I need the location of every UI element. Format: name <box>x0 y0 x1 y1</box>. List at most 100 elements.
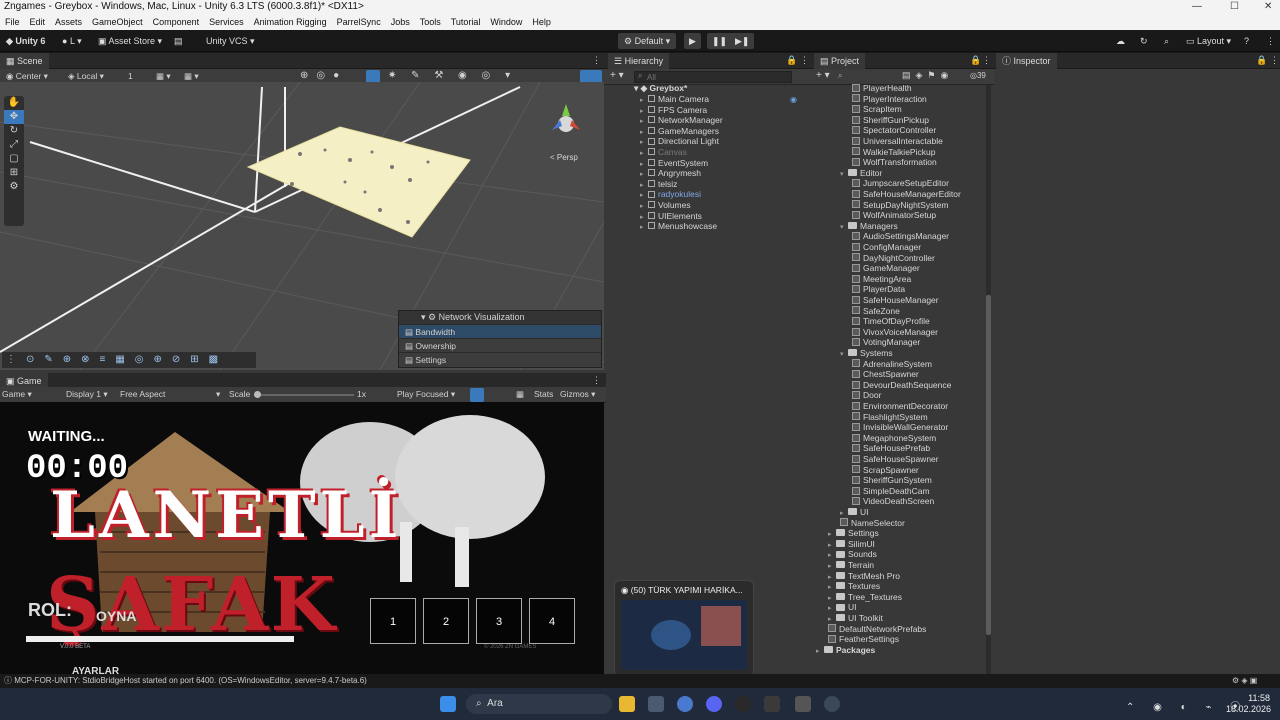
mute-audio-icon[interactable] <box>470 388 484 402</box>
project-folder-row[interactable]: ▸ Textures <box>828 581 880 592</box>
project-scrollbar[interactable] <box>986 85 991 685</box>
project-folder-row[interactable]: ▾ Systems <box>840 348 893 359</box>
project-asset-row[interactable]: ChestSpawner <box>852 369 919 380</box>
step-button[interactable]: ▶❚ <box>730 33 755 49</box>
persp-label[interactable]: < Persp <box>550 153 578 162</box>
project-folder-row[interactable]: ▸ SilimUI <box>828 539 875 550</box>
project-asset-row[interactable]: VideoDeathScreen <box>852 496 934 507</box>
project-asset-row[interactable]: MegaphoneSystem <box>852 433 936 444</box>
hierarchy-row[interactable]: ▸ NetworkManager <box>640 115 723 126</box>
status-message[interactable]: MCP-FOR-UNITY: StdioBridgeHost started o… <box>14 676 367 685</box>
hierarchy-menu-icon[interactable]: ⋮ <box>800 55 809 66</box>
tab-scene[interactable]: ▦ Scene <box>0 53 49 69</box>
menu-item-component[interactable]: Component <box>148 14 205 30</box>
custom-tool-icon[interactable]: ⚙ <box>4 180 24 194</box>
project-asset-row[interactable]: FeatherSettings <box>828 634 899 645</box>
menu-item-edit[interactable]: Edit <box>25 14 51 30</box>
overlay-item-settings[interactable]: ▤ Settings <box>399 352 601 366</box>
inventory-slot[interactable]: 2 <box>423 598 469 644</box>
inspector-menu-icon[interactable]: ⋮ <box>1270 55 1279 66</box>
project-folder-row[interactable]: ▾ Managers <box>840 221 898 232</box>
hierarchy-row[interactable]: ▸ Directional Light <box>640 136 719 147</box>
project-asset-row[interactable]: AudioSettingsManager <box>852 231 949 242</box>
project-asset-row[interactable]: WolfTransformation <box>852 157 937 168</box>
project-asset-row[interactable]: SafeHouseSpawner <box>852 454 939 465</box>
scale-slider[interactable] <box>254 391 354 398</box>
project-folder-row[interactable]: ▸ UI <box>828 602 857 613</box>
project-asset-row[interactable]: SpectatorController <box>852 125 936 136</box>
settings-game-button[interactable]: AYARLAR <box>72 666 119 674</box>
pause-button[interactable]: ❚❚ <box>707 33 733 49</box>
menu-item-tutorial[interactable]: Tutorial <box>446 14 486 30</box>
unity-menu-button[interactable]: ◆ Unity 6 <box>6 34 45 48</box>
hierarchy-row[interactable]: ▸ GameManagers <box>640 126 719 137</box>
display-dropdown[interactable]: Display 1 ▾ <box>66 389 108 400</box>
hierarchy-row[interactable]: ▸ Volumes <box>640 200 691 211</box>
cloud-icon[interactable]: ▤ <box>174 34 183 48</box>
stats-button[interactable]: Stats <box>534 389 553 399</box>
transform-tool-icon[interactable]: ⊞ <box>4 166 24 180</box>
gizmos-dropdown[interactable]: Gizmos ▾ <box>560 389 595 400</box>
project-asset-row[interactable]: DevourDeathSequence <box>852 380 951 391</box>
play-focus-dropdown[interactable]: Play Focused ▾ <box>397 389 455 400</box>
status-icons[interactable]: ⚙ ◈ ▣ <box>1232 674 1257 688</box>
inventory-slot[interactable]: 3 <box>476 598 522 644</box>
project-asset-row[interactable]: SafeZone <box>852 306 900 317</box>
project-asset-row[interactable]: VivoxVoiceManager <box>852 327 938 338</box>
scene-menu-icon[interactable]: ⋮ <box>592 55 601 66</box>
hierarchy-row[interactable]: ▸ Menushowcase <box>640 221 717 232</box>
aspect-dropdown[interactable]: Free Aspect <box>120 389 165 399</box>
minimize-icon[interactable]: — <box>1192 0 1202 14</box>
aspect-chevron-icon[interactable]: ▾ <box>216 389 220 400</box>
hierarchy-row[interactable]: ▸ EventSystem <box>640 158 708 169</box>
project-folder-row[interactable]: ▸ Terrain <box>828 560 874 571</box>
space-dropdown[interactable]: ◈ Local ▾ <box>68 71 104 82</box>
project-folder-row[interactable]: ▾ Editor <box>840 168 882 179</box>
layout-dropdown[interactable]: ▭ Layout ▾ <box>1186 34 1231 48</box>
hierarchy-row[interactable]: ▸ Angrymesh <box>640 168 701 179</box>
account-button[interactable]: ● L ▾ <box>62 34 82 48</box>
menu-item-tools[interactable]: Tools <box>415 14 446 30</box>
project-asset-row[interactable]: ScrapSpawner <box>852 465 919 476</box>
project-asset-row[interactable]: DayNightController <box>852 253 935 264</box>
project-asset-row[interactable]: SafeHouseManagerEditor <box>852 189 961 200</box>
menu-item-jobs[interactable]: Jobs <box>386 14 415 30</box>
view-tool-icon[interactable]: ✋ <box>4 96 24 110</box>
playmode-dropdown[interactable]: ⚙ Default ▾ <box>618 33 677 49</box>
project-folder-row[interactable]: ▸ UI <box>840 507 869 518</box>
history-icon[interactable]: ↻ <box>1140 34 1148 48</box>
create-asset-button[interactable]: + ▾ <box>816 70 830 81</box>
hierarchy-row[interactable]: ▸ Main Camera <box>640 94 709 105</box>
project-asset-row[interactable]: MeetingArea <box>852 274 911 285</box>
inventory-slot[interactable]: 1 <box>370 598 416 644</box>
project-asset-row[interactable]: AdrenalineSystem <box>852 359 932 370</box>
project-asset-row[interactable]: JumpscareSetupEditor <box>852 178 949 189</box>
hierarchy-row[interactable]: ▸ Canvas <box>640 147 687 158</box>
windows-start-icon[interactable] <box>440 696 456 712</box>
unity-editor-icon[interactable] <box>795 696 811 712</box>
store-icon[interactable] <box>648 696 664 712</box>
settings-icon[interactable]: ⋮ <box>1266 34 1275 48</box>
hierarchy-row[interactable]: ▸ radyokulesi <box>640 189 701 200</box>
scene-viewport[interactable]: < Persp ✋ ✥ ↻ ⤢ ▢ ⊞ ⚙ ▾ ⚙ Network Visual… <box>0 82 604 370</box>
project-filter-icons[interactable]: ▤◈⚑◉ <box>902 70 953 81</box>
chrome-icon[interactable] <box>677 696 693 712</box>
project-folder-row[interactable]: ▸ TextMesh Pro <box>828 571 900 582</box>
inventory-slot[interactable]: 4 <box>529 598 575 644</box>
project-folder-row[interactable]: ▸ UI Toolkit <box>828 613 883 624</box>
project-asset-row[interactable]: VotingManager <box>852 337 920 348</box>
rect-tool-icon[interactable]: ▢ <box>4 152 24 166</box>
hierarchy-search-input[interactable] <box>634 71 792 83</box>
project-asset-row[interactable]: ScrapItem <box>852 104 902 115</box>
scale-tool-icon[interactable]: ⤢ <box>4 138 24 152</box>
project-asset-row[interactable]: WalkieTalkiePickup <box>852 147 935 158</box>
project-folder-row[interactable]: ▸ Packages <box>816 645 875 656</box>
project-asset-row[interactable]: PlayerInteraction <box>852 94 927 105</box>
project-folder-row[interactable]: ▸ Settings <box>828 528 879 539</box>
search-icon[interactable]: ⌕ <box>1164 34 1169 48</box>
maximize-icon[interactable]: ☐ <box>1230 0 1239 14</box>
expand-arrow-icon[interactable]: ▾ <box>840 169 848 180</box>
overlay-item-ownership[interactable]: ▤ Ownership <box>399 338 601 352</box>
taskbar-search[interactable]: ⌕ Ara <box>466 694 612 714</box>
expand-arrow-icon[interactable]: ▸ <box>816 646 824 657</box>
